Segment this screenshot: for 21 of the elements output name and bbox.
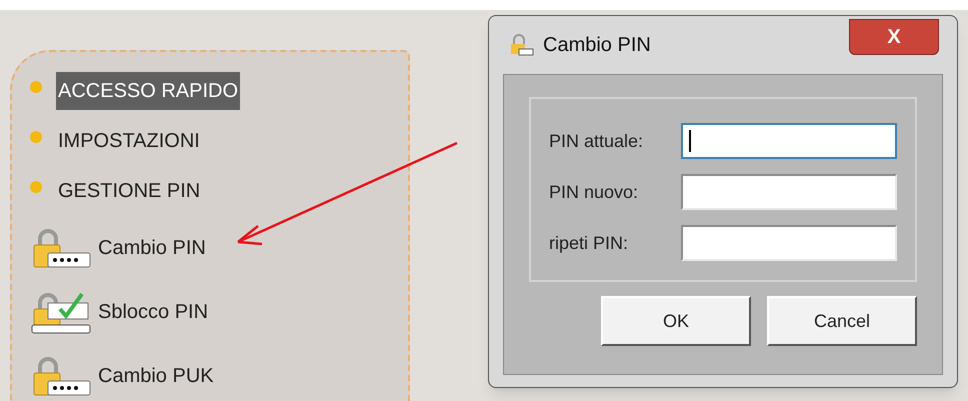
close-button[interactable]: X	[849, 19, 939, 55]
menu-item[interactable]: IMPOSTAZIONI	[56, 122, 202, 160]
dialog-button[interactable]: OK	[601, 296, 751, 346]
input-field[interactable]	[681, 123, 897, 159]
window-title: Cambio PIN	[543, 33, 651, 58]
field-label: PIN nuovo:	[549, 180, 640, 204]
input-field[interactable]	[681, 174, 897, 210]
menu-item[interactable]: Sblocco PIN	[96, 297, 210, 327]
bullet-icon	[30, 81, 42, 93]
menu-item[interactable]: GESTIONE PIN	[56, 172, 202, 210]
bullet-icon	[30, 181, 42, 193]
field-label: PIN attuale:	[549, 130, 644, 152]
input-field[interactable]	[681, 225, 897, 261]
menu-item[interactable]: Cambio PUK	[96, 361, 216, 391]
text-cursor	[689, 130, 691, 152]
field-label: ripeti PIN:	[549, 232, 630, 255]
menu-item[interactable]: Cambio PIN	[96, 233, 208, 263]
bullet-icon	[30, 131, 42, 143]
lock-icon	[509, 34, 535, 56]
menu-item[interactable]: ACCESSO RAPIDO	[56, 72, 240, 110]
dialog-button[interactable]: Cancel	[767, 296, 917, 346]
